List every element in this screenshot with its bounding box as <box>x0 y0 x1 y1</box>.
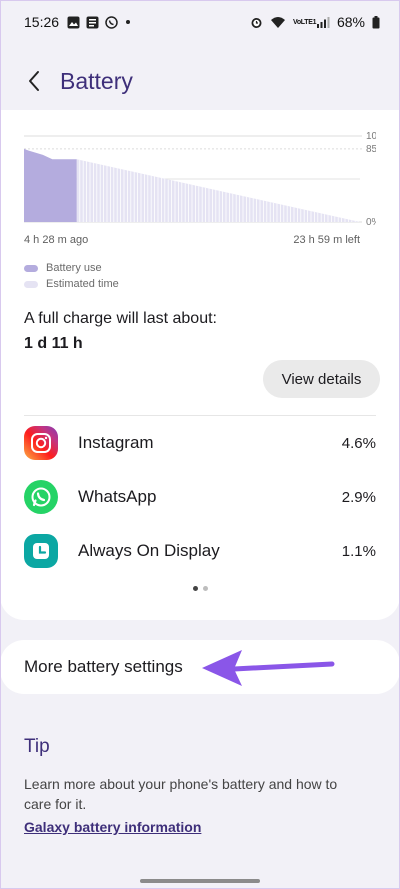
legend-estimated-time: Estimated time <box>24 276 119 292</box>
app-usage-percent: 2.9% <box>341 488 376 506</box>
app-usage-percent: 1.1% <box>341 542 376 560</box>
status-bar: 15:26 VoLTE1 68% <box>0 0 400 44</box>
full-charge-label: A full charge will last about: <box>24 310 217 327</box>
app-row-always-on-display[interactable]: Always On Display 1.1% <box>0 524 400 578</box>
app-name: WhatsApp <box>78 487 157 506</box>
more-battery-settings-label: More battery settings <box>24 657 183 676</box>
page-title: Battery <box>60 67 133 94</box>
notification-dot-icon <box>126 20 131 24</box>
wifi-icon <box>270 16 285 28</box>
legend-label: Battery use <box>46 262 102 274</box>
page-indicator <box>0 586 400 591</box>
legend-swatch-estimated-time <box>24 280 38 288</box>
signal-icon <box>316 16 330 28</box>
view-details-button[interactable]: View details <box>263 360 380 398</box>
home-indicator[interactable] <box>140 879 260 883</box>
chart-legend: Battery use Estimated time <box>24 260 119 292</box>
gallery-icon <box>67 16 80 28</box>
instagram-icon <box>24 426 58 460</box>
app-name: Instagram <box>78 433 154 452</box>
y-tick-label: 100 <box>366 132 376 142</box>
header: Battery <box>0 58 400 104</box>
clock-icon <box>24 534 58 568</box>
app-name: Always On Display <box>78 541 220 560</box>
back-button[interactable] <box>14 61 54 101</box>
area-estimated-time <box>76 159 360 222</box>
pager-dot-active[interactable] <box>192 586 198 591</box>
app-row-whatsapp[interactable]: WhatsApp 2.9% <box>0 470 400 524</box>
whatsapp-icon <box>24 480 58 514</box>
alarm-icon <box>251 17 262 28</box>
battery-icon <box>372 15 380 28</box>
y-tick-label: 85 <box>366 144 376 155</box>
annotation-arrow-icon <box>202 650 335 686</box>
whatsapp-icon <box>105 15 118 29</box>
legend-battery-use: Battery use <box>24 260 119 276</box>
area-battery-use <box>24 148 77 222</box>
app-row-instagram[interactable]: Instagram 4.6% <box>0 416 400 470</box>
chart-end-label: 23 h 59 m left <box>293 234 360 246</box>
pager-dot[interactable] <box>202 586 208 591</box>
galaxy-battery-information-link[interactable]: Galaxy battery information <box>24 819 201 835</box>
chart-start-label: 4 h 28 m ago <box>24 234 89 246</box>
full-charge-value: 1 d 11 h <box>24 335 83 352</box>
battery-chart-svg: 100 85 0% <box>24 132 376 228</box>
chevron-left-icon <box>29 71 39 91</box>
battery-usage-chart[interactable]: 100 85 0% <box>24 132 376 228</box>
volte-icon: VoLTE1 <box>292 18 317 26</box>
legend-label: Estimated time <box>46 278 119 290</box>
legend-swatch-battery-use <box>24 264 38 272</box>
app-usage-percent: 4.6% <box>341 434 376 452</box>
tip-title: Tip <box>24 736 50 757</box>
status-time: 15:26 <box>24 14 60 30</box>
battery-percent: 68% <box>336 14 365 30</box>
news-icon <box>86 16 99 28</box>
tip-text: Learn more about your phone's battery an… <box>24 776 338 812</box>
battery-usage-card: 100 85 0% 4 h 28 m ago 23 h 59 m left Batt… <box>0 110 400 620</box>
y-tick-label: 0% <box>366 217 376 228</box>
